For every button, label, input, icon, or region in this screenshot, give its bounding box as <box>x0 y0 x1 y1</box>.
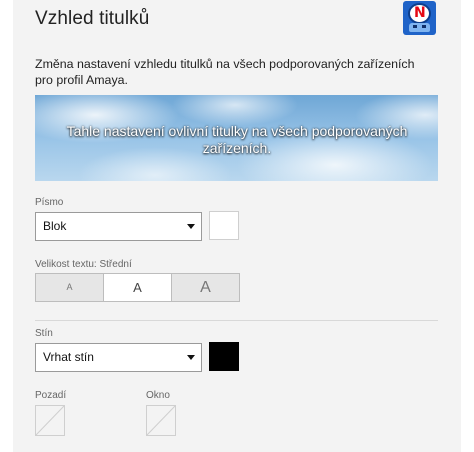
background-color-swatch[interactable] <box>35 405 65 436</box>
text-size-selector: A A A <box>35 273 240 302</box>
shadow-color-swatch[interactable] <box>209 342 239 371</box>
font-color-swatch[interactable] <box>209 211 239 240</box>
page-title: Vzhled titulků <box>35 8 150 29</box>
text-size-label: Velikost textu: Střední <box>35 259 132 270</box>
avatar-eye-icon <box>413 25 417 28</box>
netflix-n-icon: N <box>414 5 426 21</box>
subtitle-preview: Tahle nastavení ovlivní titulky na všech… <box>35 95 438 181</box>
profile-avatar-icon[interactable]: N <box>403 1 436 35</box>
text-size-small-option[interactable]: A <box>36 274 104 301</box>
font-label: Písmo <box>35 197 64 208</box>
shadow-select-value: Vrhat stín <box>43 350 94 364</box>
background-label: Pozadí <box>35 390 67 401</box>
none-slash-icon <box>146 405 176 436</box>
page-description: Změna nastavení vzhledu titulků na všech… <box>35 57 415 87</box>
chevron-down-icon <box>187 224 195 229</box>
section-divider <box>35 320 438 321</box>
shadow-select[interactable]: Vrhat stín <box>35 343 202 372</box>
font-select-value: Blok <box>43 219 67 233</box>
window-label: Okno <box>146 390 170 401</box>
font-select[interactable]: Blok <box>35 212 202 241</box>
none-slash-icon <box>35 405 65 436</box>
shadow-label: Stín <box>35 328 53 339</box>
avatar-eye-icon <box>422 25 426 28</box>
text-size-large-option[interactable]: A <box>172 274 239 301</box>
chevron-down-icon <box>187 355 195 360</box>
preview-subtitle-text: Tahle nastavení ovlivní titulky na všech… <box>66 123 408 156</box>
window-color-swatch[interactable] <box>146 405 176 436</box>
text-size-medium-option[interactable]: A <box>104 274 172 301</box>
